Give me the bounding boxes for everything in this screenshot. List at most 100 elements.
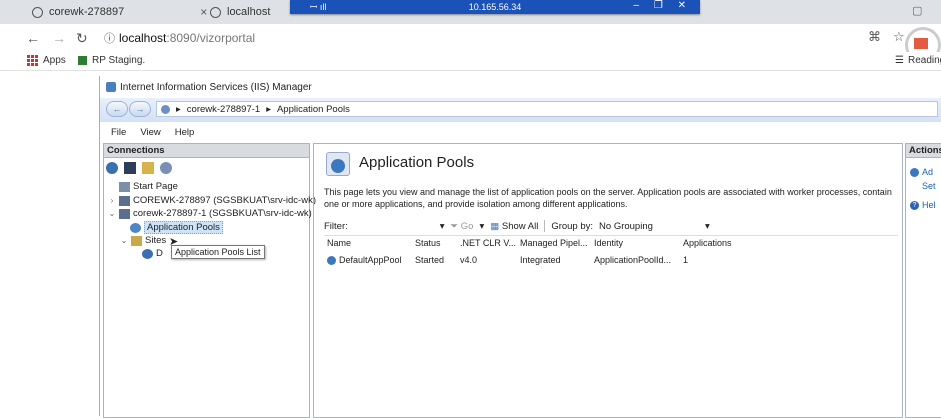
action-label: Ad: [922, 167, 934, 177]
page-title: Application Pools: [359, 154, 475, 171]
sites-folder-icon: [131, 235, 142, 246]
page-description: This page lets you view and manage the l…: [324, 187, 892, 209]
cell-name: DefaultAppPool: [327, 255, 402, 265]
dropdown-arrow-icon[interactable]: ▾: [440, 221, 445, 232]
address-bar[interactable]: ⓘ localhost:8090/vizorportal: [104, 30, 255, 46]
dropdown-arrow-icon[interactable]: ▾: [705, 221, 710, 232]
window-controls[interactable]: ▢: [912, 4, 922, 17]
application-pools-icon: [326, 152, 350, 176]
bookmark-label: Apps: [43, 55, 66, 66]
tree-label: D: [156, 248, 163, 259]
dropdown-arrow-icon[interactable]: ▾: [479, 221, 484, 232]
close-icon[interactable]: ×: [200, 5, 207, 19]
globe-icon: [32, 6, 43, 18]
tab-title: localhost: [227, 6, 271, 18]
main-pane: Application Pools This page lets you vie…: [313, 143, 903, 418]
tree-default-site[interactable]: D: [142, 247, 163, 260]
iis-title-bar: Internet Information Services (IIS) Mana…: [100, 76, 941, 98]
mouse-cursor-icon: ➤: [169, 236, 179, 248]
iis-app-icon: [106, 82, 116, 92]
tree-label: Sites: [145, 235, 167, 246]
tree-server-2[interactable]: ⌄ corewk-278897-1 (SGSBKUAT\srv-idc-wk): [108, 207, 312, 220]
tree-start-page[interactable]: Start Page: [108, 180, 178, 193]
browser-tab-corewk[interactable]: corewk-278897 ×: [32, 2, 207, 22]
go-button[interactable]: ⏷ Go: [451, 221, 474, 232]
browser-tab-localhost[interactable]: localhost: [210, 2, 270, 22]
column-applications[interactable]: Applications: [683, 238, 732, 248]
iis-navigation-bar: ← → ▸ corewk-278897-1 ▸ Application Pool…: [100, 98, 941, 122]
connections-pane: Connections Start Page › COREWK-278897 (…: [103, 143, 316, 418]
forward-icon[interactable]: →: [52, 30, 66, 46]
info-icon[interactable]: ⓘ: [104, 30, 115, 46]
tree-server-1[interactable]: › COREWK-278897 (SGSBKUAT\srv-idc-wk): [108, 194, 316, 207]
chevron-right-icon[interactable]: ›: [108, 196, 116, 205]
filter-bar: Filter: ▾ ⏷ Go ▾ ▦ Show All Group by: No…: [324, 217, 898, 236]
connections-header: Connections: [104, 144, 309, 158]
connect-icon[interactable]: [106, 162, 118, 174]
go-label: Go: [460, 220, 474, 232]
action-help[interactable]: ? Hel: [910, 200, 936, 210]
iis-back-button[interactable]: ←: [106, 101, 128, 117]
column-name[interactable]: Name: [327, 238, 351, 248]
bookmark-star-icon[interactable]: ☆: [893, 29, 905, 45]
menu-file[interactable]: File: [111, 127, 126, 138]
action-add-app-pool[interactable]: Ad: [910, 167, 933, 177]
action-label: Hel: [922, 200, 936, 210]
browser-toolbar: ← → ↻ ⓘ localhost:8090/vizorportal ⌘ ☆: [0, 24, 941, 63]
cell-applications: 1: [683, 255, 689, 265]
column-clr-version[interactable]: .NET CLR V...: [460, 238, 516, 248]
server-icon: [161, 104, 170, 114]
pin-icon[interactable]: ꟷ ıll: [310, 0, 326, 13]
remote-desktop-bar: ꟷ ıll 10.165.56.34 ‒ ❐ ✕: [290, 0, 700, 14]
iis-manager-window: Internet Information Services (IIS) Mana…: [99, 76, 941, 418]
server-icon: [119, 195, 130, 206]
tree-sites[interactable]: ⌄ Sites: [120, 234, 166, 247]
cell-clr-version: v4.0: [460, 255, 478, 265]
menu-view[interactable]: View: [140, 127, 160, 138]
iis-window-title: Internet Information Services (IIS) Mana…: [120, 81, 312, 93]
up-level-icon[interactable]: [142, 162, 154, 174]
chevron-down-icon[interactable]: ⌄: [108, 209, 116, 218]
reading-list-icon: ☰: [895, 55, 904, 66]
breadcrumb-server[interactable]: corewk-278897-1: [187, 104, 260, 115]
back-icon[interactable]: ←: [26, 30, 40, 46]
table-row[interactable]: DefaultAppPool Started v4.0 Integrated A…: [324, 255, 898, 269]
extension-icon[interactable]: ⌘: [868, 29, 881, 45]
reading-list-button[interactable]: ☰ Reading: [895, 55, 941, 66]
show-all-button[interactable]: ▦ Show All: [490, 221, 538, 232]
menu-help[interactable]: Help: [175, 127, 195, 138]
tree-label: Application Pools: [144, 221, 223, 234]
app-pools-icon: [130, 222, 141, 233]
apps-bookmark[interactable]: Apps: [27, 55, 66, 66]
remote-host-label: 10.165.56.34: [468, 2, 522, 12]
breadcrumb-separator-icon: ▸: [176, 103, 181, 115]
show-all-icon: ▦: [490, 220, 500, 232]
show-all-label: Show All: [501, 220, 539, 232]
breadcrumb-app-pools[interactable]: Application Pools: [277, 104, 350, 115]
globe-icon: [210, 6, 221, 18]
apps-grid-icon: [27, 55, 38, 66]
chevron-down-icon[interactable]: ⌄: [120, 236, 128, 245]
cell-status: Started: [415, 255, 445, 265]
site-icon: [142, 248, 153, 259]
group-by-select[interactable]: No Grouping: [599, 221, 699, 232]
tooltip: Application Pools List: [171, 245, 265, 259]
save-icon[interactable]: [124, 162, 136, 174]
breadcrumb[interactable]: ▸ corewk-278897-1 ▸ Application Pools: [156, 101, 938, 117]
tree-application-pools[interactable]: Application Pools: [130, 221, 223, 234]
reload-icon[interactable]: ↻: [76, 30, 88, 47]
breadcrumb-separator-icon: ▸: [266, 103, 271, 115]
column-identity[interactable]: Identity: [594, 238, 623, 248]
disconnect-icon[interactable]: [160, 162, 172, 174]
remote-window-controls[interactable]: ‒ ❐ ✕: [634, 0, 692, 11]
action-set-defaults[interactable]: Set: [922, 181, 936, 191]
cell-text: DefaultAppPool: [339, 255, 402, 265]
filter-input[interactable]: [354, 226, 434, 227]
column-managed-pipeline[interactable]: Managed Pipel...: [520, 238, 588, 248]
cell-pipeline: Integrated: [520, 255, 561, 265]
column-status[interactable]: Status: [415, 238, 441, 248]
iis-forward-button[interactable]: →: [129, 101, 151, 117]
reading-list-label: Reading: [907, 55, 941, 66]
rp-staging-bookmark[interactable]: RP Staging.: [78, 55, 145, 66]
tree-label: COREWK-278897 (SGSBKUAT\srv-idc-wk): [133, 195, 316, 206]
